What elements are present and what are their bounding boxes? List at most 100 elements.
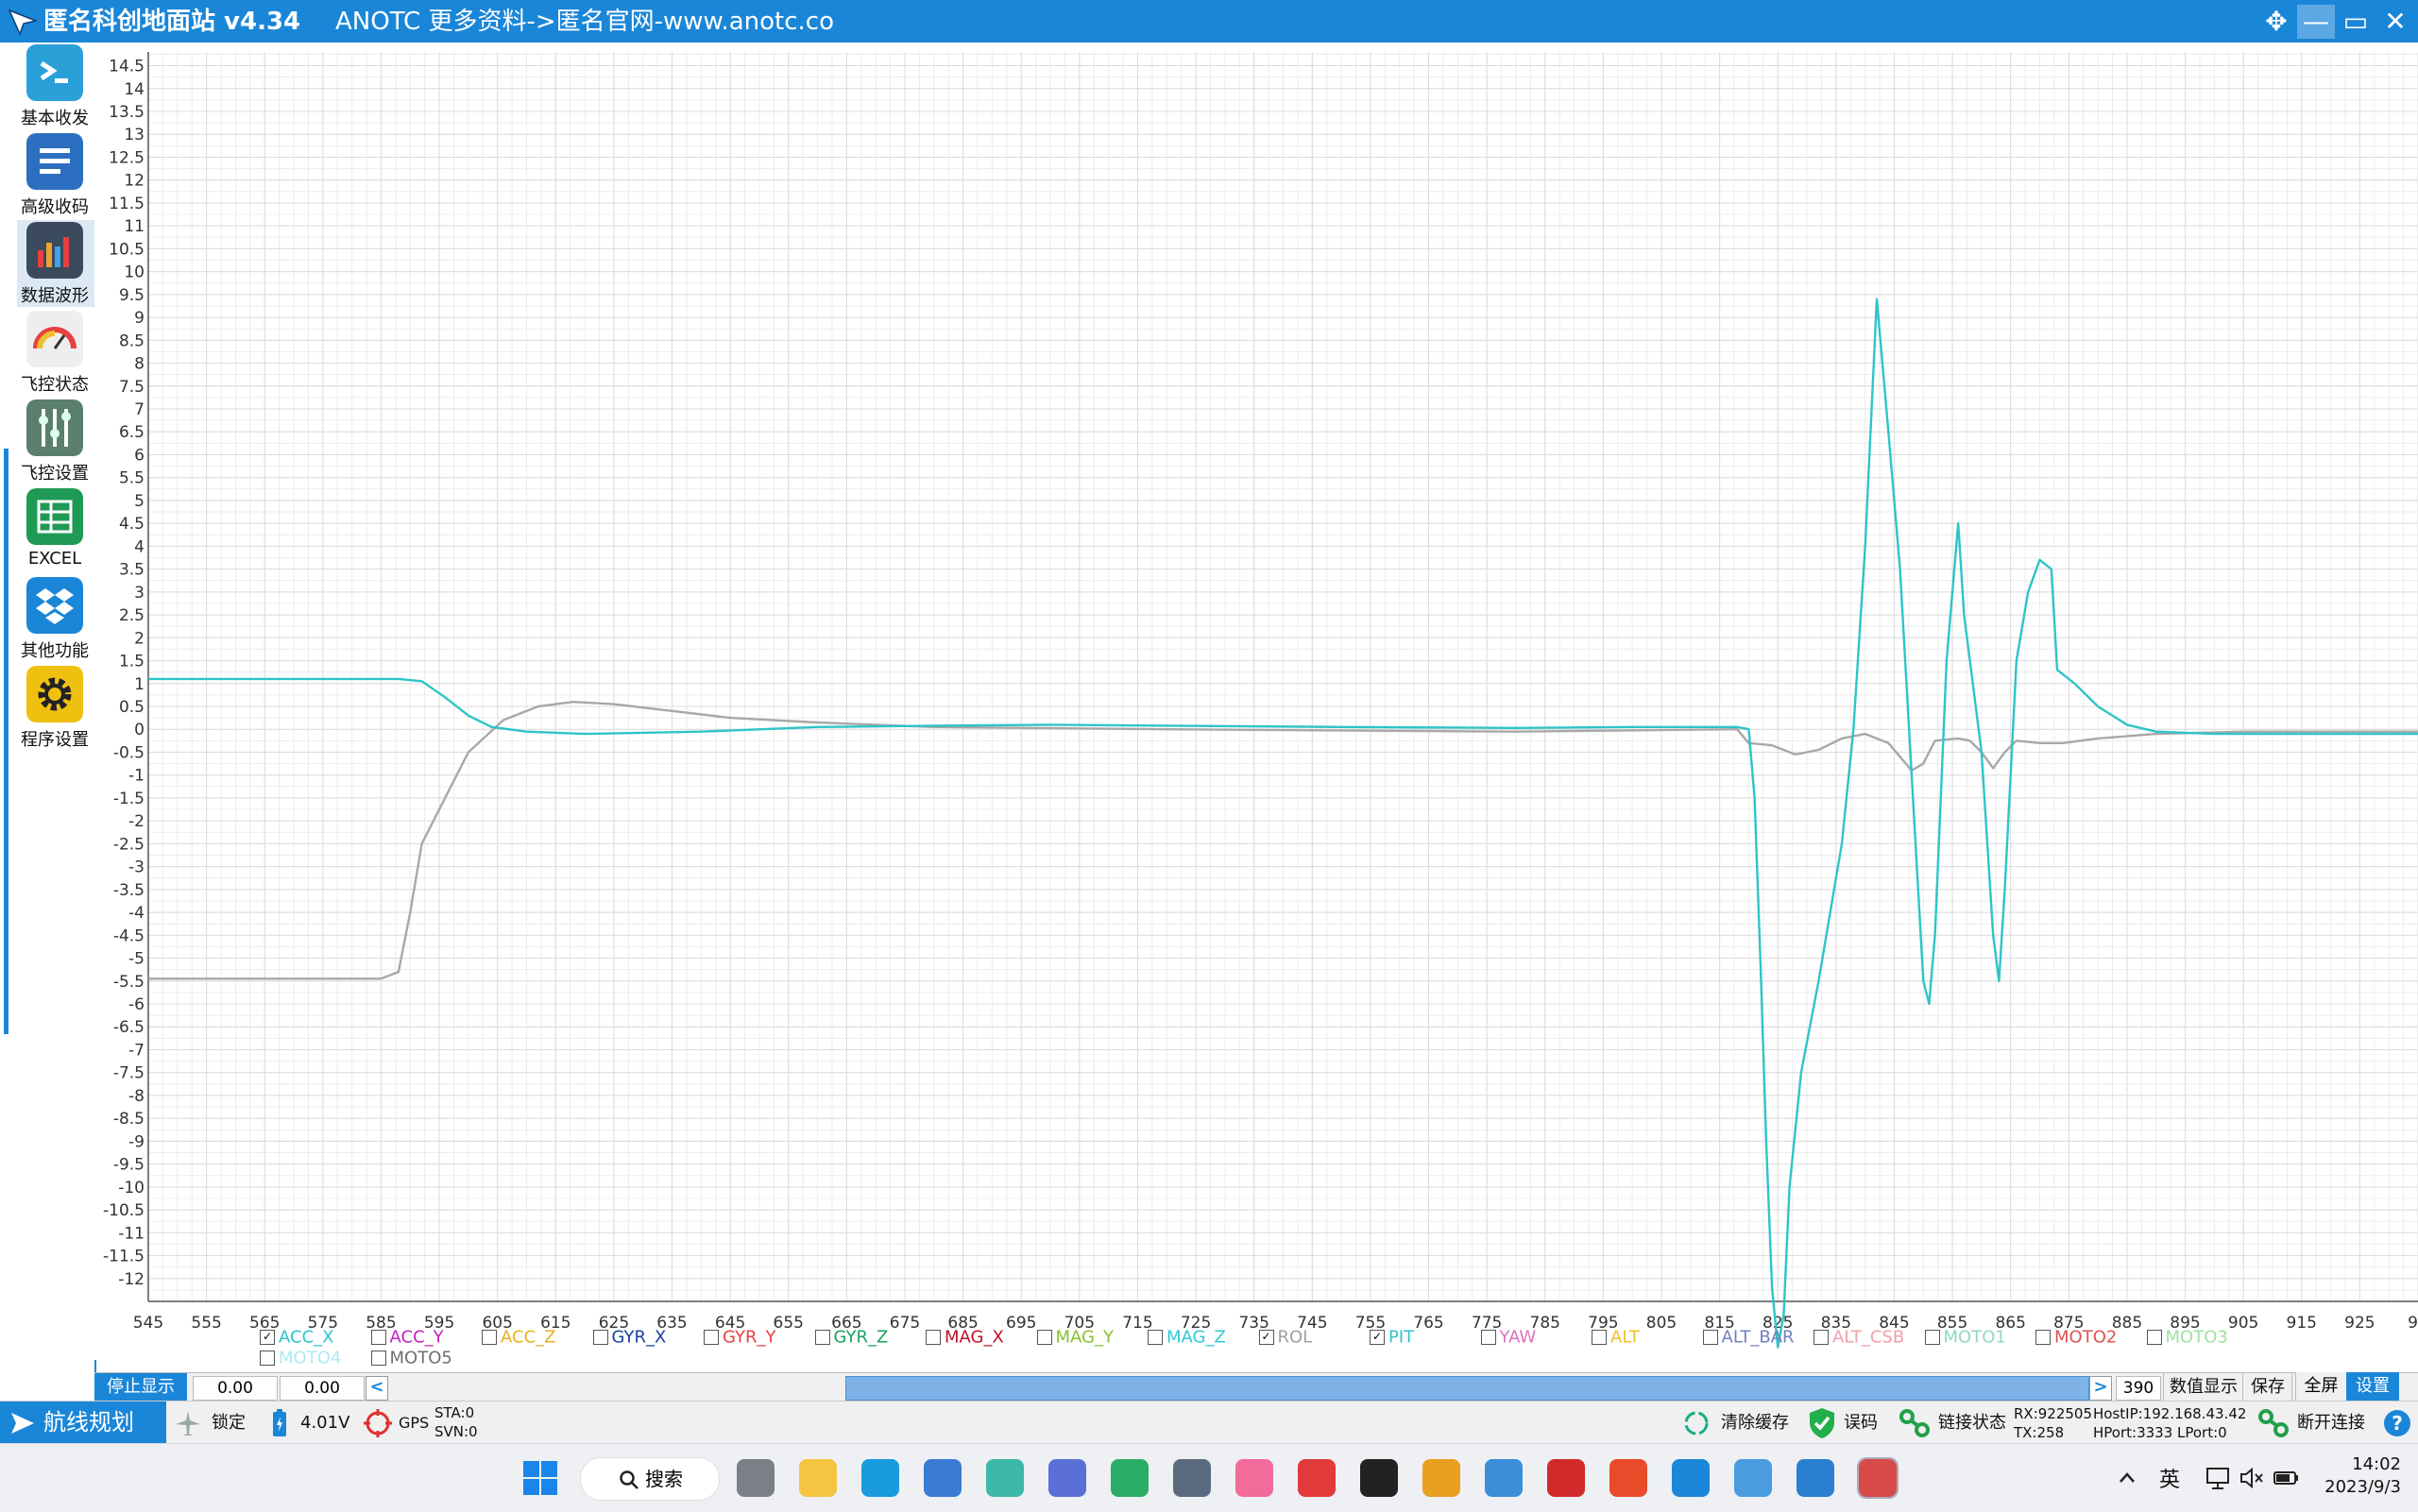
app-active-icon[interactable]: [1857, 1457, 1899, 1499]
app-red-icon[interactable]: [1547, 1459, 1585, 1497]
settings-app-icon[interactable]: [1485, 1459, 1523, 1497]
minimize-button[interactable]: —: [2297, 5, 2335, 39]
stop-display-button[interactable]: 停止显示: [94, 1373, 187, 1402]
sidebar-collapse-handle[interactable]: [4, 449, 9, 1034]
system-clock[interactable]: 14:02 2023/9/3: [2297, 1453, 2401, 1499]
app-flame-icon[interactable]: [1609, 1459, 1647, 1497]
disconnect-button[interactable]: 断开连接: [2297, 1413, 2365, 1434]
legend-item-yaw[interactable]: YAW: [1480, 1327, 1536, 1348]
close-button[interactable]: ✕: [2376, 5, 2414, 39]
sidebar-item-basic-io[interactable]: 基本收发: [17, 42, 94, 129]
fullscreen-button[interactable]: 全屏: [2295, 1372, 2346, 1401]
route-planning-button[interactable]: 航线规划: [0, 1402, 166, 1444]
legend-item-moto5[interactable]: MOTO5: [370, 1348, 452, 1368]
legend-item-alt[interactable]: ALT: [1592, 1327, 1640, 1348]
legend-checkbox[interactable]: ✓: [1370, 1330, 1385, 1345]
legend-item-rol[interactable]: ✓ ROL: [1258, 1327, 1312, 1348]
app-blue-circle-icon[interactable]: [1796, 1459, 1834, 1497]
legend-checkbox[interactable]: ✓: [260, 1330, 275, 1345]
legend-item-gyr_z[interactable]: GYR_Z: [814, 1327, 888, 1348]
legend-item-mag_z[interactable]: MAG_Z: [1148, 1327, 1226, 1348]
legend-checkbox[interactable]: [704, 1330, 719, 1345]
save-button[interactable]: 保存: [2242, 1373, 2292, 1402]
sidebar-item-flight-status[interactable]: 飞控状态: [17, 309, 94, 396]
wechat-icon[interactable]: [1111, 1459, 1149, 1497]
windows-start-icon[interactable]: [521, 1459, 559, 1497]
legend-checkbox[interactable]: [814, 1330, 830, 1345]
calculator-icon[interactable]: [1173, 1459, 1211, 1497]
taskbar-search[interactable]: 搜索: [580, 1457, 720, 1501]
legend-checkbox[interactable]: ✓: [1258, 1330, 1274, 1345]
app-hexagon-icon[interactable]: [1048, 1459, 1086, 1497]
legend-checkbox[interactable]: [260, 1351, 275, 1366]
legend-checkbox[interactable]: [592, 1330, 608, 1345]
volume-muted-icon[interactable]: [2239, 1465, 2265, 1491]
numeric-display-button[interactable]: 数值显示: [2163, 1373, 2243, 1402]
legend-checkbox[interactable]: [1814, 1330, 1829, 1345]
scroll-left-button[interactable]: <: [366, 1376, 388, 1401]
legend-item-gyr_x[interactable]: GYR_X: [592, 1327, 667, 1348]
microsoft-store-icon[interactable]: [924, 1459, 962, 1497]
sidebar-item-waveform[interactable]: 数据波形: [17, 220, 94, 307]
sidebar-item-excel[interactable]: EXCEL: [17, 486, 94, 573]
error-code-button[interactable]: 误码: [1844, 1413, 1878, 1434]
clear-cache-button[interactable]: 清除缓存: [1721, 1413, 1789, 1434]
legend-checkbox[interactable]: [1148, 1330, 1163, 1345]
file-explorer-icon[interactable]: [799, 1459, 837, 1497]
y-tick-label: 8: [134, 355, 145, 374]
legend-item-acc_y[interactable]: ACC_Y: [370, 1327, 444, 1348]
legend-checkbox[interactable]: [1592, 1330, 1607, 1345]
legend-item-moto4[interactable]: MOTO4: [260, 1348, 341, 1368]
value-field-1[interactable]: 0.00: [193, 1376, 278, 1401]
help-button[interactable]: ?: [2384, 1410, 2410, 1436]
app-triangle-icon[interactable]: [986, 1459, 1024, 1497]
sidebar-item-program-settings[interactable]: 程序设置: [17, 664, 94, 751]
legend-checkbox[interactable]: [2035, 1330, 2051, 1345]
link-status-button[interactable]: 链接状态: [1938, 1413, 2006, 1434]
legend-item-alt_bar[interactable]: ALT_BAR: [1702, 1327, 1795, 1348]
legend-item-mag_y[interactable]: MAG_Y: [1036, 1327, 1114, 1348]
network-icon[interactable]: [2205, 1465, 2231, 1491]
legend-item-pit[interactable]: ✓ PIT: [1370, 1327, 1414, 1348]
github-icon[interactable]: [1360, 1459, 1398, 1497]
legend-checkbox[interactable]: [1702, 1330, 1718, 1345]
bilibili-icon[interactable]: [1235, 1459, 1273, 1497]
waveform-panel[interactable]: 545 555 565 575 585 595 605 615 625 635 645 655 665 6…: [94, 42, 2418, 1360]
cstimer-icon[interactable]: [1422, 1459, 1460, 1497]
ground-station-taskbar-icon[interactable]: [1672, 1459, 1710, 1497]
legend-item-gyr_y[interactable]: GYR_Y: [704, 1327, 776, 1348]
legend-item-moto3[interactable]: MOTO3: [2146, 1327, 2228, 1348]
scroll-right-button[interactable]: >: [2089, 1376, 2112, 1401]
legend-checkbox[interactable]: [370, 1351, 386, 1366]
chevron-up-icon[interactable]: [2116, 1467, 2138, 1489]
task-view-icon[interactable]: [737, 1459, 775, 1497]
legend-item-mag_x[interactable]: MAG_X: [926, 1327, 1004, 1348]
scroll-track[interactable]: [845, 1376, 2089, 1401]
legend-checkbox[interactable]: [1036, 1330, 1052, 1345]
legend-checkbox[interactable]: [2146, 1330, 2162, 1345]
settings-button[interactable]: 设置: [2346, 1372, 2399, 1401]
legend-item-acc_x[interactable]: ✓ ACC_X: [260, 1327, 333, 1348]
legend-checkbox[interactable]: [482, 1330, 497, 1345]
youdao-icon[interactable]: [1298, 1459, 1336, 1497]
legend-item-acc_z[interactable]: ACC_Z: [482, 1327, 555, 1348]
value-field-2[interactable]: 0.00: [280, 1376, 365, 1401]
sidebar-item-advanced-rx[interactable]: 高级收码: [17, 131, 94, 218]
ime-indicator[interactable]: 英: [2159, 1463, 2180, 1493]
legend-item-alt_csb[interactable]: ALT_CSB: [1814, 1327, 1904, 1348]
move-icon[interactable]: ✥: [2257, 5, 2295, 39]
cloud-app-icon[interactable]: [1734, 1459, 1772, 1497]
legend-label: GYR_X: [611, 1327, 667, 1348]
legend-checkbox[interactable]: [1480, 1330, 1496, 1345]
waveform-chart[interactable]: 545 555 565 575 585 595 605 615 625 635 645 655 665 6…: [94, 42, 2418, 1360]
sidebar-item-flight-settings[interactable]: 飞控设置: [17, 398, 94, 484]
legend-item-moto1[interactable]: MOTO1: [1924, 1327, 2006, 1348]
point-count-field[interactable]: 390: [2116, 1376, 2161, 1401]
edge-browser-icon[interactable]: [861, 1459, 899, 1497]
legend-checkbox[interactable]: [1924, 1330, 1940, 1345]
maximize-button[interactable]: ▭: [2337, 5, 2375, 39]
sidebar-item-other[interactable]: 其他功能: [17, 575, 94, 662]
legend-item-moto2[interactable]: MOTO2: [2035, 1327, 2117, 1348]
legend-checkbox[interactable]: [370, 1330, 386, 1345]
legend-checkbox[interactable]: [926, 1330, 941, 1345]
